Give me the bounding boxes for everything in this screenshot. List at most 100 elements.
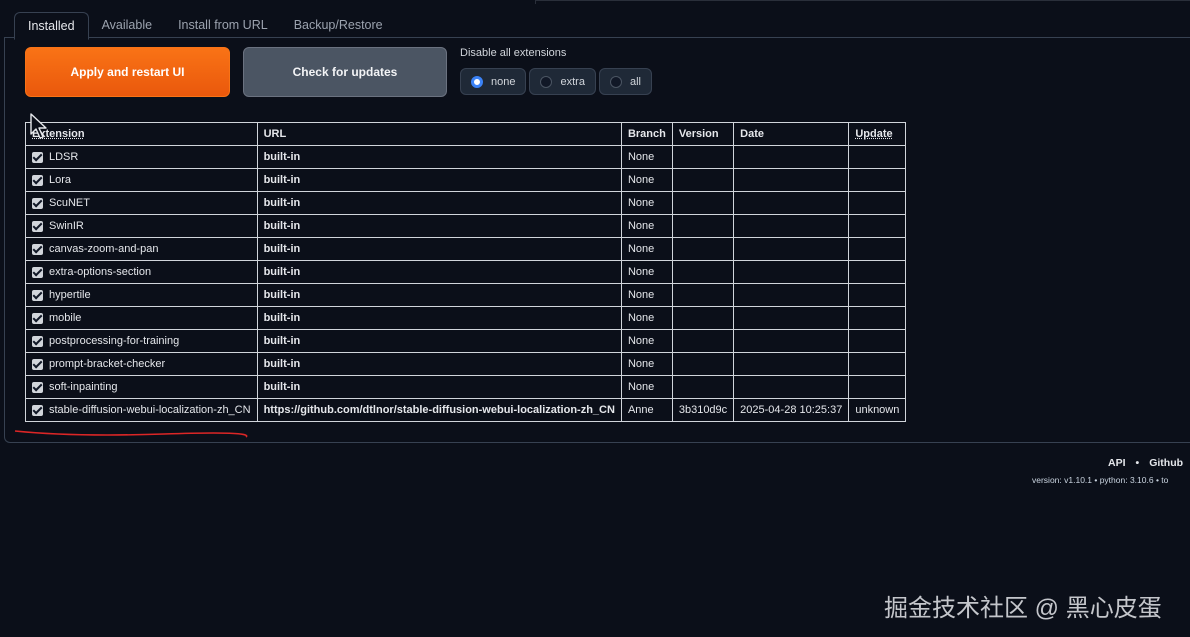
branch-cell: None	[620, 145, 673, 169]
branch-cell: None	[620, 306, 673, 330]
branch-cell: None	[620, 375, 673, 399]
url-cell: built-in	[256, 375, 622, 399]
enable-checkbox[interactable]	[32, 358, 43, 370]
date-cell	[733, 375, 850, 399]
extension-cell: prompt-bracket-checker	[25, 352, 258, 376]
update-cell	[848, 214, 907, 238]
table-row: hypertile built-in None	[25, 283, 907, 307]
table-row: LDSR built-in None	[25, 145, 907, 169]
extension-name: mobile	[49, 312, 82, 324]
date-cell	[733, 329, 850, 353]
update-cell	[848, 306, 907, 330]
enable-checkbox[interactable]	[32, 197, 43, 209]
extension-cell: LDSR	[25, 145, 258, 169]
update-cell	[848, 145, 907, 169]
date-cell	[733, 260, 850, 284]
url-cell: built-in	[256, 352, 622, 376]
tab-installed[interactable]: Installed	[14, 12, 89, 40]
extension-cell: SwinIR	[25, 214, 258, 238]
version-cell	[671, 168, 735, 192]
extension-name: canvas-zoom-and-pan	[49, 243, 159, 255]
extension-cell: soft-inpainting	[25, 375, 258, 399]
enable-checkbox[interactable]	[32, 312, 43, 324]
version-cell	[671, 375, 735, 399]
enable-checkbox[interactable]	[32, 174, 43, 186]
table-row: canvas-zoom-and-pan built-in None	[25, 237, 907, 261]
radio-checked-icon	[471, 75, 483, 88]
version-cell	[671, 352, 735, 376]
radio-none[interactable]: none	[460, 68, 527, 95]
update-cell	[848, 375, 907, 399]
update-cell	[848, 260, 907, 284]
enable-checkbox[interactable]	[32, 151, 43, 163]
table-header-row: Extension URL Branch Version Date Update	[25, 122, 907, 146]
extension-name: LDSR	[49, 151, 79, 163]
version-cell	[671, 260, 735, 284]
enable-checkbox[interactable]	[32, 335, 43, 347]
enable-checkbox[interactable]	[32, 404, 43, 416]
branch-cell: None	[620, 352, 673, 376]
date-cell	[733, 191, 850, 215]
table-row: postprocessing-for-training built-in None	[25, 329, 907, 353]
radio-unchecked-icon	[540, 75, 553, 88]
header-update[interactable]: Update	[848, 122, 907, 146]
table-row: Lora built-in None	[25, 168, 907, 192]
extension-cell: stable-diffusion-webui-localization-zh_C…	[25, 398, 258, 422]
update-cell	[848, 191, 907, 215]
table-row: extra-options-section built-in None	[25, 260, 907, 284]
url-cell: built-in	[256, 260, 622, 284]
radio-unchecked-icon	[609, 75, 622, 88]
url-cell: built-in	[256, 191, 622, 215]
version-cell: 3b310d9c	[671, 398, 735, 422]
branch-cell: None	[620, 237, 673, 261]
enable-checkbox[interactable]	[32, 381, 43, 393]
table-row: soft-inpainting built-in None	[25, 375, 907, 399]
url-cell: built-in	[256, 283, 622, 307]
disable-extensions-label: Disable all extensions	[460, 47, 567, 59]
api-link[interactable]: API	[1108, 457, 1126, 469]
update-cell	[848, 283, 907, 307]
update-cell	[848, 237, 907, 261]
url-cell: built-in	[256, 306, 622, 330]
tab-install-from-url[interactable]: Install from URL	[165, 12, 281, 38]
version-cell	[671, 214, 735, 238]
url-cell: built-in	[256, 145, 622, 169]
top-divider	[535, 0, 1190, 4]
radio-all[interactable]: all	[598, 68, 652, 95]
url-cell: built-in	[256, 237, 622, 261]
enable-checkbox[interactable]	[32, 243, 43, 255]
header-version: Version	[671, 122, 735, 146]
version-cell	[671, 237, 735, 261]
tab-backup-restore[interactable]: Backup/Restore	[281, 12, 396, 38]
extension-name: postprocessing-for-training	[49, 335, 180, 347]
enable-checkbox[interactable]	[32, 289, 43, 301]
enable-checkbox[interactable]	[32, 220, 43, 232]
version-info: version: v1.10.1 • python: 3.10.6 • to	[1032, 475, 1169, 485]
table-row: ScuNET built-in None	[25, 191, 907, 215]
extension-name: extra-options-section	[49, 266, 152, 278]
extension-name: ScuNET	[49, 197, 90, 209]
header-date: Date	[733, 122, 850, 146]
header-extension[interactable]: Extension	[25, 122, 258, 146]
version-cell	[671, 191, 735, 215]
update-cell	[848, 352, 907, 376]
extension-name: hypertile	[49, 289, 91, 301]
tab-available[interactable]: Available	[89, 12, 166, 38]
table-row: mobile built-in None	[25, 306, 907, 330]
url-cell[interactable]: https://github.com/dtlnor/stable-diffusi…	[256, 398, 622, 422]
version-cell	[671, 145, 735, 169]
extension-name: prompt-bracket-checker	[49, 358, 166, 370]
extension-name: Lora	[49, 174, 72, 186]
table-row: prompt-bracket-checker built-in None	[25, 352, 907, 376]
extension-name: stable-diffusion-webui-localization-zh_C…	[49, 404, 251, 416]
apply-restart-button[interactable]: Apply and restart UI	[25, 47, 230, 97]
radio-extra[interactable]: extra	[529, 68, 596, 95]
branch-cell: None	[620, 168, 673, 192]
update-cell	[848, 168, 907, 192]
extension-name: soft-inpainting	[49, 381, 118, 393]
check-updates-button[interactable]: Check for updates	[243, 47, 447, 97]
date-cell	[733, 214, 850, 238]
header-url: URL	[256, 122, 622, 146]
github-link[interactable]: Github	[1149, 457, 1183, 469]
enable-checkbox[interactable]	[32, 266, 43, 278]
